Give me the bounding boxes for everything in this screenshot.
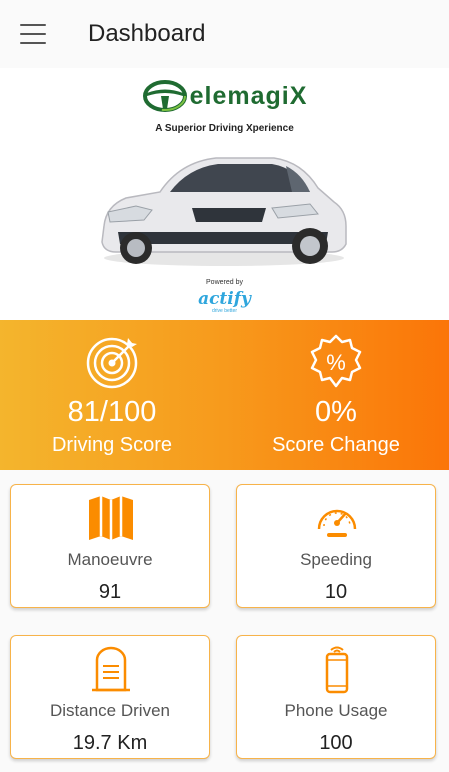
manoeuvre-label: Manoeuvre	[67, 550, 153, 569]
distance-driven-label: Distance Driven	[50, 701, 170, 720]
score-change-value: 0%	[315, 396, 357, 428]
distance-driven-card[interactable]: Distance Driven 19.7 Km	[10, 635, 210, 759]
map-icon	[89, 496, 133, 540]
speeding-value: 10	[324, 581, 348, 603]
car-image	[101, 157, 347, 266]
target-icon	[86, 337, 138, 389]
phone-usage-card[interactable]: Phone Usage 100	[236, 635, 436, 759]
manoeuvre-value: 91	[98, 581, 122, 603]
phone-usage-value: 100	[319, 732, 353, 754]
score-change-section[interactable]: % 0% Score Change	[224, 320, 448, 470]
phone-icon	[325, 646, 349, 694]
manoeuvre-card[interactable]: Manoeuvre 91	[10, 484, 210, 608]
driving-score-section[interactable]: 81/100 Driving Score	[0, 320, 224, 470]
steering-wheel-icon	[142, 80, 187, 112]
app-bar: Dashboard	[0, 0, 449, 68]
speeding-card[interactable]: Speeding 10	[236, 484, 436, 608]
driving-score-label: Driving Score	[51, 434, 173, 456]
speedometer-icon	[317, 509, 357, 537]
logo-text: elemagiX	[189, 81, 308, 110]
svg-text:%: %	[326, 350, 346, 375]
actify-subtext: drive better	[211, 308, 237, 314]
score-banner: 81/100 Driving Score % 0% Score Change	[0, 320, 449, 470]
powered-by-label: Powered by	[206, 279, 243, 286]
tagline: A Superior Driving Xperience	[155, 123, 294, 134]
page-title: Dashboard	[88, 20, 206, 47]
driving-score-value: 81/100	[67, 396, 157, 428]
mailbox-icon	[92, 646, 130, 692]
percent-badge-icon: %	[310, 334, 362, 388]
telemagix-logo: elemagiX	[0, 80, 449, 112]
speeding-label: Speeding	[300, 550, 372, 569]
brand-banner: elemagiX A Superior Driving Xperience Po…	[0, 68, 449, 320]
hamburger-menu-icon[interactable]	[20, 24, 46, 44]
score-change-label: Score Change	[272, 434, 400, 456]
phone-usage-label: Phone Usage	[284, 701, 388, 720]
actify-logo: actify	[198, 289, 251, 309]
distance-driven-value: 19.7 Km	[72, 732, 148, 754]
